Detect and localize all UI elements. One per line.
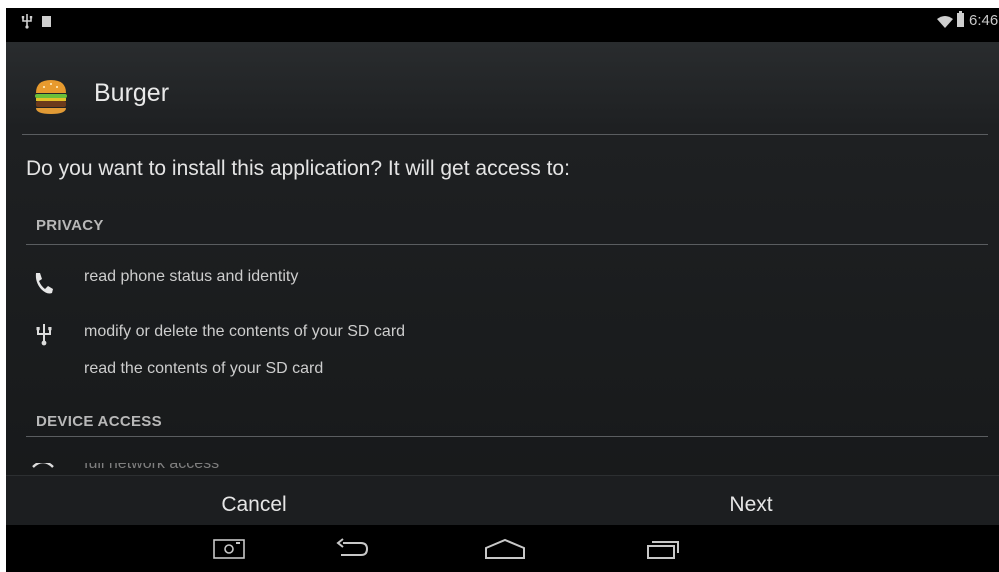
section-header-device-access: DEVICE ACCESS	[36, 413, 162, 430]
section-divider	[26, 436, 988, 437]
notification-icon	[42, 16, 51, 27]
back-icon	[336, 538, 369, 556]
screenshot-button[interactable]	[204, 533, 254, 565]
status-bar: 6:46	[6, 8, 999, 42]
section-header-privacy: PRIVACY	[36, 217, 104, 234]
usb-icon	[21, 14, 33, 29]
home-icon	[485, 538, 525, 559]
burger-icon	[35, 80, 67, 114]
network-icon	[32, 463, 54, 468]
permission-read-phone-status: read phone status and identity	[84, 268, 299, 285]
permission-modify-sd-card: modify or delete the contents of your SD…	[84, 323, 406, 340]
screenshot-icon	[213, 539, 245, 559]
permission-read-sd-card: read the contents of your SD card	[84, 360, 324, 377]
phone-icon	[35, 273, 53, 294]
title-divider	[22, 134, 988, 135]
recents-button[interactable]	[638, 533, 688, 565]
back-button[interactable]	[328, 533, 378, 565]
install-screen: 6:46 Burger Do you want to install this …	[6, 8, 999, 572]
navigation-bar	[6, 525, 999, 572]
app-name: Burger	[94, 79, 170, 107]
usb-icon	[36, 324, 52, 346]
recents-icon	[647, 541, 679, 559]
section-divider	[26, 244, 988, 245]
permission-list-overflow: full network access	[6, 463, 999, 475]
battery-icon	[957, 11, 964, 27]
home-button[interactable]	[480, 533, 530, 565]
permission-full-network-access: full network access	[84, 463, 220, 472]
wifi-icon	[937, 16, 953, 28]
install-prompt: Do you want to install this application?…	[26, 157, 570, 180]
status-time: 6:46	[969, 12, 999, 29]
